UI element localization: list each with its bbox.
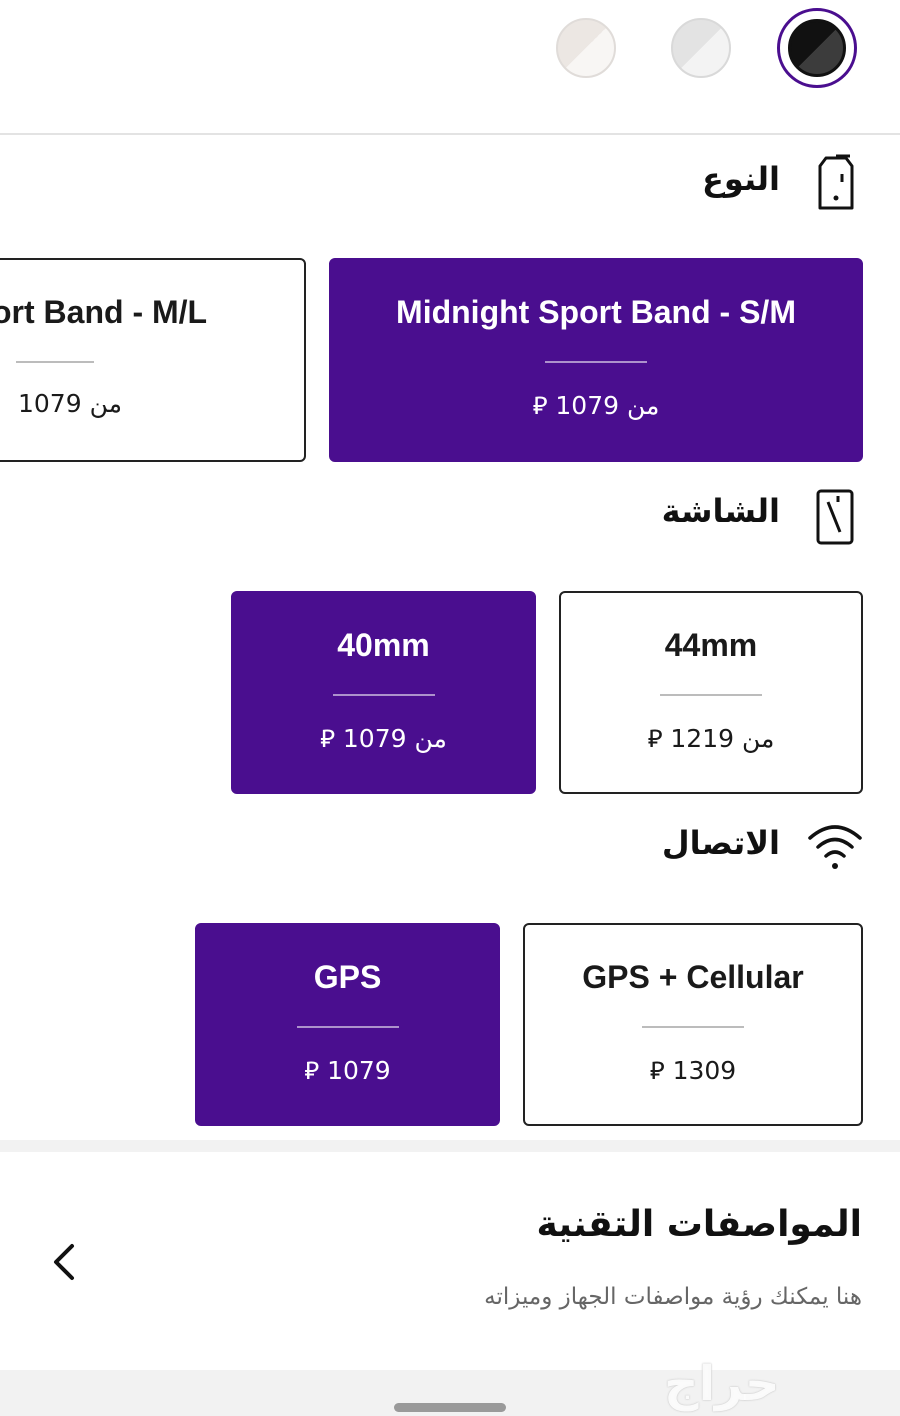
color-swatch-starlight[interactable]: [556, 18, 616, 78]
watermark-logo: حراج: [664, 1356, 780, 1412]
screen-option-44mm-separator: [660, 694, 762, 696]
connection-option-gps-price: 1079 ⃁: [304, 1056, 391, 1085]
connection-option-cellular-separator: [642, 1026, 744, 1028]
screen-option-44mm[interactable]: 44mm من 1219 ⃁: [559, 591, 863, 794]
type-option-sm[interactable]: Midnight Sport Band - S/M من 1079 ⃁: [329, 258, 863, 462]
top-divider: [0, 133, 900, 135]
home-indicator: [394, 1403, 506, 1412]
type-option-ml-label: ort Band - M/L: [0, 294, 208, 330]
connection-option-cellular[interactable]: GPS + Cellular 1309 ⃁: [523, 923, 863, 1126]
color-swatch-silver[interactable]: [671, 18, 731, 78]
color-swatch-midnight-fill: [788, 19, 846, 77]
watch-screen-icon: [816, 489, 854, 545]
type-option-sm-label: Midnight Sport Band - S/M: [396, 294, 796, 330]
connection-option-gps[interactable]: GPS 1079 ⃁: [195, 923, 500, 1126]
screen-option-40mm-separator: [332, 694, 435, 696]
type-option-ml[interactable]: ort Band - M/L من 1079: [0, 258, 306, 462]
watch-band-icon: [818, 154, 854, 210]
screen-option-40mm-price: من 1079 ⃁: [320, 724, 447, 753]
color-swatch-midnight[interactable]: [777, 8, 857, 88]
type-option-sm-separator: [545, 361, 647, 363]
section-title-connection: الاتصال: [661, 824, 780, 862]
type-option-ml-price: من 1079: [18, 389, 122, 418]
screen-option-44mm-label: 44mm: [664, 627, 758, 663]
type-option-sm-price: من 1079 ⃁: [532, 391, 660, 420]
screen-option-40mm-label: 40mm: [337, 627, 430, 663]
section-title-screen: الشاشة: [661, 492, 780, 530]
connection-option-cellular-price: 1309 ⃁: [649, 1056, 737, 1085]
type-option-ml-separator: [16, 361, 94, 363]
specs-title: المواصفات التقنية: [536, 1204, 862, 1245]
screen-option-44mm-price: من 1219 ⃁: [647, 724, 775, 753]
specs-panel[interactable]: [0, 1152, 900, 1370]
section-title-type: النوع: [702, 160, 780, 198]
connection-option-cellular-label: GPS + Cellular: [582, 959, 804, 995]
screen-option-40mm[interactable]: 40mm من 1079 ⃁: [231, 591, 536, 794]
chevron-left-icon[interactable]: [46, 1242, 86, 1282]
wifi-icon: [808, 825, 862, 869]
connection-option-gps-label: GPS: [313, 959, 382, 995]
connection-option-gps-separator: [296, 1026, 399, 1028]
specs-subtitle: هنا يمكنك رؤية مواصفات الجهاز وميزاته: [484, 1284, 862, 1310]
